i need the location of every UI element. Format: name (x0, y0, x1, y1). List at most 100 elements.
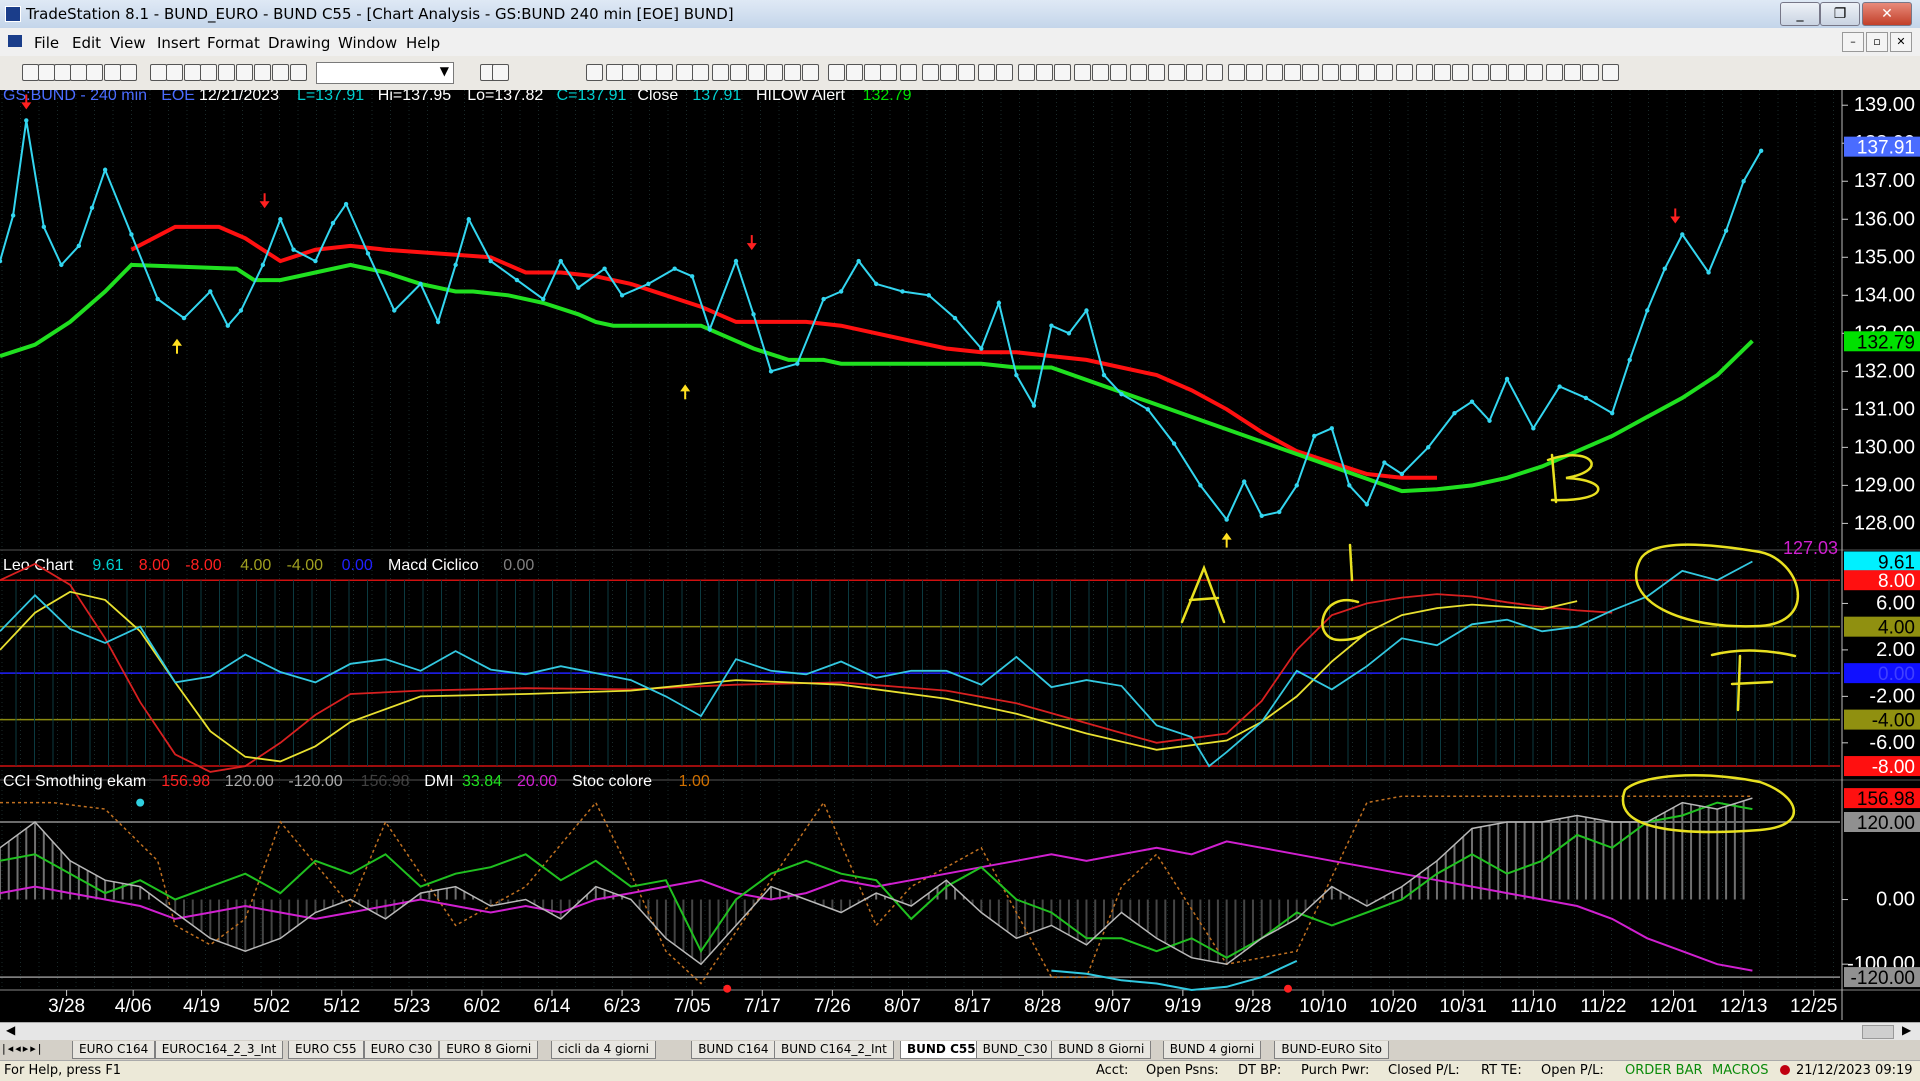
toolbar-button-icon[interactable] (184, 64, 201, 81)
tab-bund-c55[interactable]: BUND C55 (900, 1041, 983, 1059)
toolbar-button-icon[interactable] (922, 64, 939, 81)
tab-cicli-da-4-giorni[interactable]: cicli da 4 giorni (550, 1041, 656, 1059)
tab-bund-c30[interactable]: BUND_C30 (975, 1041, 1055, 1059)
tab-euroc164-2-3-int[interactable]: EUROC164_2_3_Int (154, 1041, 284, 1059)
toolbar-button-icon[interactable] (1018, 64, 1035, 81)
tab-euro-8-giorni[interactable]: EURO 8 Giorni (439, 1041, 539, 1059)
status-macros[interactable]: MACROS (1712, 1063, 1768, 1078)
menu-insert[interactable]: Insert (157, 34, 200, 52)
toolbar-button-icon[interactable] (1284, 64, 1301, 81)
toolbar-button-icon[interactable] (272, 64, 289, 81)
toolbar-button-icon[interactable] (1452, 64, 1469, 81)
tab-bund-c164-2-int[interactable]: BUND C164_2_Int (774, 1041, 894, 1059)
toolbar-button-icon[interactable] (958, 64, 975, 81)
toolbar-button-icon[interactable] (996, 64, 1013, 81)
tab-euro-c55[interactable]: EURO C55 (288, 1041, 364, 1059)
toolbar-button-icon[interactable] (748, 64, 765, 81)
maximize-button[interactable]: ❐ (1820, 2, 1860, 26)
toolbar-button-icon[interactable] (828, 64, 845, 81)
tab-euro-c30[interactable]: EURO C30 (363, 1041, 440, 1059)
toolbar-button-icon[interactable] (730, 64, 747, 81)
status-order-bar[interactable]: ORDER BAR (1625, 1063, 1703, 1078)
toolbar-button-icon[interactable] (1130, 64, 1147, 81)
toolbar-button-icon[interactable] (802, 64, 819, 81)
close-button[interactable]: ✕ (1862, 2, 1912, 26)
toolbar-button-icon[interactable] (1092, 64, 1109, 81)
toolbar-button-icon[interactable] (1358, 64, 1375, 81)
symbol-dropdown[interactable]: ▼ (316, 62, 454, 84)
toolbar-button-icon[interactable] (586, 64, 603, 81)
toolbar-button-icon[interactable] (1110, 64, 1127, 81)
menu-edit[interactable]: Edit (72, 34, 101, 52)
toolbar-button-icon[interactable] (1322, 64, 1339, 81)
minimize-button[interactable]: _ (1780, 2, 1820, 26)
toolbar-button-icon[interactable] (1396, 64, 1413, 81)
toolbar-button-icon[interactable] (236, 64, 253, 81)
toolbar-button-icon[interactable] (104, 64, 121, 81)
menu-help[interactable]: Help (406, 34, 440, 52)
toolbar-button-icon[interactable] (1490, 64, 1507, 81)
toolbar-button-icon[interactable] (1168, 64, 1185, 81)
toolbar-button-icon[interactable] (120, 64, 137, 81)
menu-format[interactable]: Format (207, 34, 260, 52)
toolbar-button-icon[interactable] (1246, 64, 1263, 81)
toolbar-button-icon[interactable] (86, 64, 103, 81)
toolbar-button-icon[interactable] (38, 64, 55, 81)
toolbar-button-icon[interactable] (1340, 64, 1357, 81)
toolbar-button-icon[interactable] (290, 64, 307, 81)
toolbar-button-icon[interactable] (1228, 64, 1245, 81)
toolbar-button-icon[interactable] (900, 64, 917, 81)
toolbar-button-icon[interactable] (1148, 64, 1165, 81)
toolbar-button-icon[interactable] (640, 64, 657, 81)
toolbar-button-icon[interactable] (1186, 64, 1203, 81)
toolbar-button-icon[interactable] (1508, 64, 1525, 81)
tab-nav-icons[interactable]: |◂◂▸▸| (2, 1042, 44, 1055)
toolbar-button-icon[interactable] (864, 64, 881, 81)
mdi-restore-button[interactable]: ▫ (1866, 32, 1888, 52)
toolbar-button-icon[interactable] (254, 64, 271, 81)
toolbar-button-icon[interactable] (150, 64, 167, 81)
toolbar-button-icon[interactable] (880, 64, 897, 81)
toolbar-button-icon[interactable] (1054, 64, 1071, 81)
toolbar-button-icon[interactable] (712, 64, 729, 81)
toolbar-button-icon[interactable] (218, 64, 235, 81)
toolbar-button-icon[interactable] (22, 64, 39, 81)
toolbar-button-icon[interactable] (676, 64, 693, 81)
toolbar-button-icon[interactable] (1074, 64, 1091, 81)
toolbar-button-icon[interactable] (784, 64, 801, 81)
toolbar-button-icon[interactable] (656, 64, 673, 81)
chart-area[interactable]: 139.00138.00137.00136.00135.00134.00133.… (0, 90, 1920, 1030)
toolbar-button-icon[interactable] (606, 64, 623, 81)
toolbar-button-icon[interactable] (200, 64, 217, 81)
toolbar-button-icon[interactable] (766, 64, 783, 81)
toolbar-button-icon[interactable] (692, 64, 709, 81)
menu-drawing[interactable]: Drawing (268, 34, 330, 52)
toolbar-button-icon[interactable] (1546, 64, 1563, 81)
toolbar-button-icon[interactable] (622, 64, 639, 81)
toolbar-button-icon[interactable] (492, 64, 509, 81)
toolbar-button-icon[interactable] (1302, 64, 1319, 81)
toolbar-button-icon[interactable] (940, 64, 957, 81)
toolbar-button-icon[interactable] (1564, 64, 1581, 81)
toolbar-button-icon[interactable] (1434, 64, 1451, 81)
menu-file[interactable]: File (34, 34, 59, 52)
mdi-close-button[interactable]: ✕ (1890, 32, 1912, 52)
toolbar-button-icon[interactable] (1526, 64, 1543, 81)
tab-bund-euro-sito[interactable]: BUND-EURO Sito (1274, 1041, 1389, 1059)
toolbar-button-icon[interactable] (166, 64, 183, 81)
mdi-minimize-button[interactable]: – (1842, 32, 1864, 52)
toolbar-button-icon[interactable] (1376, 64, 1393, 81)
toolbar-button-icon[interactable] (1036, 64, 1053, 81)
menu-window[interactable]: Window (338, 34, 397, 52)
tab-bund-c164[interactable]: BUND C164 (691, 1041, 776, 1059)
toolbar-button-icon[interactable] (1602, 64, 1619, 81)
toolbar-button-icon[interactable] (1206, 64, 1223, 81)
tab-bund-4-giorni[interactable]: BUND 4 giorni (1162, 1041, 1262, 1059)
scroll-right-icon[interactable]: ▶ (1902, 1023, 1911, 1037)
scroll-thumb[interactable] (1862, 1025, 1894, 1039)
toolbar-button-icon[interactable] (1266, 64, 1283, 81)
horizontal-scrollbar[interactable]: ◀ ▶ (0, 1022, 1920, 1041)
toolbar-button-icon[interactable] (978, 64, 995, 81)
toolbar-button-icon[interactable] (70, 64, 87, 81)
toolbar-button-icon[interactable] (1582, 64, 1599, 81)
